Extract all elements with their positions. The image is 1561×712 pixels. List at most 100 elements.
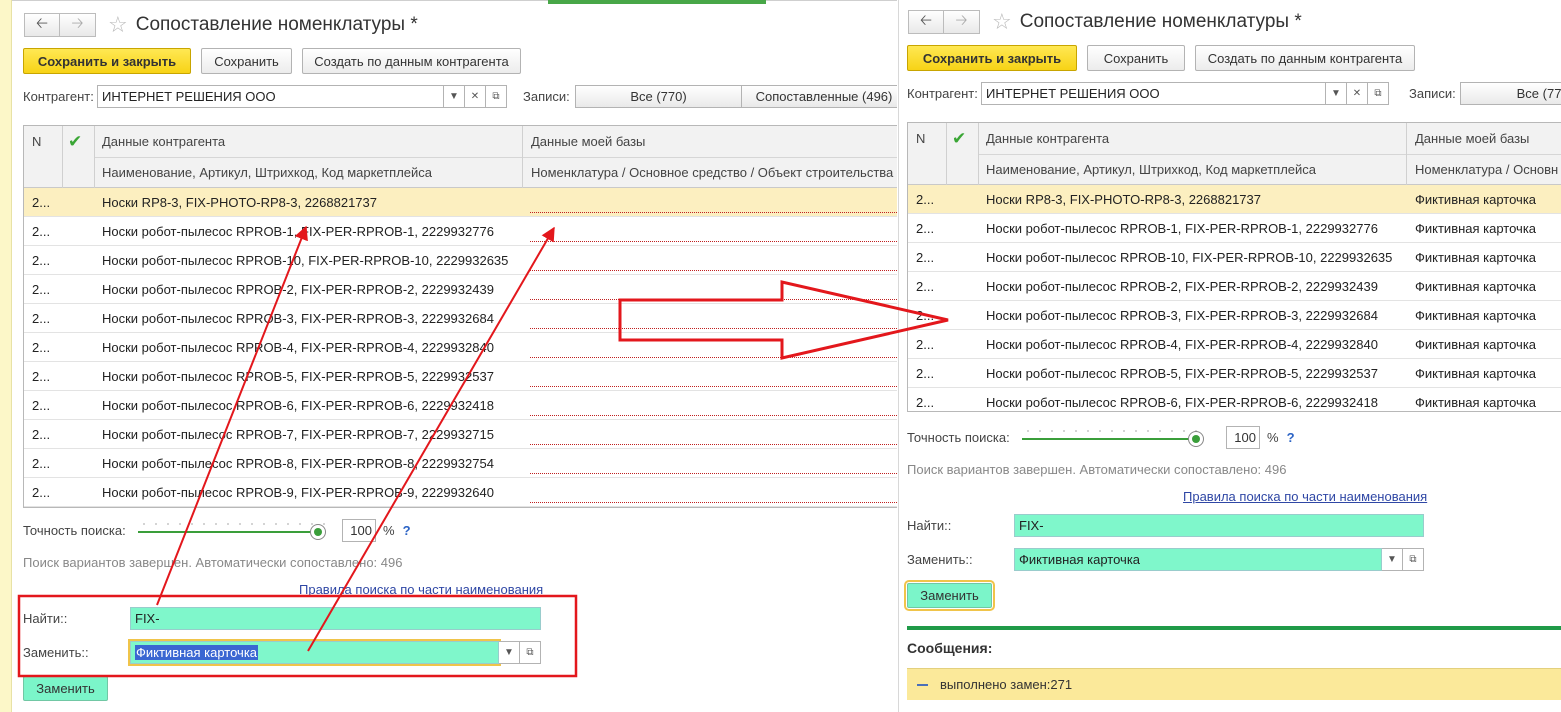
row-number: 2... bbox=[916, 192, 935, 207]
command-bar: Сохранить и закрыть Сохранить Создать по… bbox=[23, 48, 531, 74]
help-icon[interactable]: ? bbox=[403, 523, 411, 538]
records-label: Записи: bbox=[523, 89, 570, 104]
arrow-right-icon: 🡢 bbox=[955, 11, 968, 29]
column-n[interactable]: N bbox=[908, 123, 946, 154]
table-row[interactable]: 2... Носки RP8-3, FIX-PHOTO-RP8-3, 226882… bbox=[908, 185, 1561, 214]
records-matched-button[interactable]: Сопоставленные (496) bbox=[742, 85, 897, 108]
page-title: Сопоставление номенклатуры * bbox=[135, 14, 418, 35]
replace-button[interactable]: Заменить bbox=[904, 580, 995, 611]
chevron-down-icon[interactable]: ▼ bbox=[499, 641, 520, 664]
table-row[interactable]: 2... Носки робот-пылесос RPROB-7, FIX-PER… bbox=[24, 420, 897, 449]
records-all-button[interactable]: Все (770) bbox=[575, 85, 742, 108]
contractor-row: Контрагент: ИНТЕРНЕТ РЕШЕНИЯ ООО ▼ ✕ ⧉ З… bbox=[23, 85, 897, 108]
forward-button[interactable]: 🡢 bbox=[944, 10, 980, 34]
rules-link[interactable]: Правила поиска по части наименования bbox=[1183, 489, 1427, 504]
open-window-icon[interactable]: ⧉ bbox=[486, 85, 507, 108]
close-icon[interactable]: ✕ bbox=[1347, 82, 1368, 105]
accuracy-input[interactable]: 100 bbox=[342, 519, 376, 542]
table-row[interactable]: 2... Носки робот-пылесос RPROB-1, FIX-PER… bbox=[908, 214, 1561, 243]
row-my-item[interactable]: Фиктивная карточка bbox=[1415, 301, 1536, 330]
star-icon[interactable]: ☆ bbox=[992, 10, 1012, 34]
save-and-close-button[interactable]: Сохранить и закрыть bbox=[907, 45, 1077, 71]
open-window-icon[interactable]: ⧉ bbox=[520, 641, 541, 664]
table-row[interactable]: 2... Носки робот-пылесос RPROB-8, FIX-PER… bbox=[24, 449, 897, 478]
row-my-item[interactable]: Фиктивная карточка bbox=[1415, 272, 1536, 301]
row-my-item[interactable]: Фиктивная карточка bbox=[1415, 214, 1536, 243]
table-row[interactable]: 2... Носки робот-пылесос RPROB-5, FIX-PER… bbox=[24, 362, 897, 391]
create-by-contractor-button[interactable]: Создать по данным контрагента bbox=[302, 48, 521, 74]
row-contractor-item: Носки робот-пылесос RPROB-3, FIX-PER-RPR… bbox=[986, 308, 1378, 323]
table-row[interactable]: 2... Носки робот-пылесос RPROB-4, FIX-PER… bbox=[908, 330, 1561, 359]
chevron-down-icon[interactable]: ▼ bbox=[1326, 82, 1347, 105]
back-button[interactable]: 🡠 bbox=[908, 10, 944, 34]
star-icon[interactable]: ☆ bbox=[108, 13, 128, 37]
slider-knob[interactable] bbox=[1188, 430, 1204, 447]
column-n[interactable]: N bbox=[24, 126, 62, 157]
slider-knob[interactable] bbox=[310, 523, 326, 540]
create-by-contractor-button[interactable]: Создать по данным контрагента bbox=[1195, 45, 1415, 71]
column-divider bbox=[1406, 123, 1407, 185]
chevron-down-icon[interactable]: ▼ bbox=[1382, 548, 1403, 571]
column-my-data[interactable]: Данные моей базы bbox=[523, 126, 897, 157]
save-button[interactable]: Сохранить bbox=[201, 48, 292, 74]
back-button[interactable]: 🡠 bbox=[24, 13, 60, 37]
table-row[interactable]: 2... Носки робот-пылесос RPROB-3, FIX-PER… bbox=[908, 301, 1561, 330]
accuracy-input[interactable]: 100 bbox=[1226, 426, 1260, 449]
table-row[interactable]: 2... Носки робот-пылесос RPROB-4, FIX-PER… bbox=[24, 333, 897, 362]
open-window-icon[interactable]: ⧉ bbox=[1368, 82, 1389, 105]
contractor-input[interactable]: ИНТЕРНЕТ РЕШЕНИЯ ООО bbox=[97, 85, 444, 108]
save-and-close-button[interactable]: Сохранить и закрыть bbox=[23, 48, 191, 74]
rules-link[interactable]: Правила поиска по части наименования bbox=[299, 582, 543, 597]
find-input[interactable]: FIX- bbox=[130, 607, 541, 630]
column-my-sub[interactable]: Номенклатура / Основное средство / Объек… bbox=[523, 157, 897, 188]
find-input[interactable]: FIX- bbox=[1014, 514, 1424, 537]
column-my-data[interactable]: Данные моей базы bbox=[1407, 123, 1561, 154]
row-contractor-item: Носки робот-пылесос RPROB-2, FIX-PER-RPR… bbox=[986, 279, 1378, 294]
column-matched[interactable]: ✔ bbox=[64, 126, 94, 157]
replace-input[interactable]: Фиктивная карточка bbox=[128, 639, 501, 666]
table-header: N ✔ Данные контрагента Наименование, Арт… bbox=[908, 123, 1561, 185]
column-contractor-sub[interactable]: Наименование, Артикул, Штрихкод, Код мар… bbox=[94, 157, 522, 188]
column-contractor-data[interactable]: Данные контрагента bbox=[94, 126, 522, 157]
table-row[interactable]: 2... Носки робот-пылесос RPROB-1, FIX-PER… bbox=[24, 217, 897, 246]
column-divider bbox=[94, 126, 95, 188]
accuracy-slider[interactable] bbox=[138, 520, 326, 542]
replace-input[interactable]: Фиктивная карточка bbox=[1014, 548, 1382, 571]
column-matched[interactable]: ✔ bbox=[948, 123, 978, 154]
open-window-icon[interactable]: ⧉ bbox=[1403, 548, 1424, 571]
form-after: 🡠 🡢 ☆ Сопоставление номенклатуры * Сохра… bbox=[898, 0, 1561, 712]
title-bar: 🡠 🡢 ☆ Сопоставление номенклатуры * bbox=[908, 10, 1302, 34]
chevron-down-icon[interactable]: ▼ bbox=[444, 85, 465, 108]
forward-button[interactable]: 🡢 bbox=[60, 13, 96, 37]
table-row[interactable]: 2... Носки робот-пылесос RPROB-9, FIX-PER… bbox=[24, 478, 897, 507]
row-my-item[interactable]: Фиктивная карточка bbox=[1415, 185, 1536, 214]
find-label: Найти:: bbox=[907, 518, 952, 533]
message-item[interactable]: выполнено замен:271 bbox=[907, 668, 1561, 700]
accuracy-slider[interactable] bbox=[1022, 427, 1204, 449]
close-icon[interactable]: ✕ bbox=[465, 85, 486, 108]
replace-button[interactable]: Заменить bbox=[23, 676, 108, 701]
row-my-item[interactable]: Фиктивная карточка bbox=[1415, 388, 1536, 411]
records-all-button[interactable]: Все (770) bbox=[1460, 82, 1561, 105]
row-my-item[interactable]: Фиктивная карточка bbox=[1415, 330, 1536, 359]
help-icon[interactable]: ? bbox=[1287, 430, 1295, 445]
table-row[interactable]: 2... Носки робот-пылесос RPROB-3, FIX-PER… bbox=[24, 304, 897, 333]
table-row[interactable]: 2... Носки RP8-3, FIX-PHOTO-RP8-3, 226882… bbox=[24, 188, 897, 217]
table-row[interactable]: 2... Носки робот-пылесос RPROB-2, FIX-PER… bbox=[908, 272, 1561, 301]
checkmark-icon: ✔ bbox=[68, 131, 83, 151]
row-my-item[interactable]: Фиктивная карточка bbox=[1415, 359, 1536, 388]
row-my-item[interactable]: Фиктивная карточка bbox=[1415, 243, 1536, 272]
table-row[interactable]: 2... Носки робот-пылесос RPROB-10, FIX-PE… bbox=[908, 243, 1561, 272]
table-row[interactable]: 2... Носки робот-пылесос RPROB-10, FIX-PE… bbox=[24, 246, 897, 275]
column-contractor-data[interactable]: Данные контрагента bbox=[978, 123, 1406, 154]
contractor-input[interactable]: ИНТЕРНЕТ РЕШЕНИЯ ООО bbox=[981, 82, 1326, 105]
row-number: 2... bbox=[916, 395, 935, 410]
table-row[interactable]: 2... Носки робот-пылесос RPROB-5, FIX-PER… bbox=[908, 359, 1561, 388]
table-row[interactable]: 2... Носки робот-пылесос RPROB-2, FIX-PER… bbox=[24, 275, 897, 304]
column-my-sub[interactable]: Номенклатура / Основн bbox=[1407, 154, 1561, 185]
search-status: Поиск вариантов завершен. Автоматически … bbox=[23, 555, 403, 570]
table-row[interactable]: 2... Носки робот-пылесос RPROB-6, FIX-PER… bbox=[24, 391, 897, 420]
save-button[interactable]: Сохранить bbox=[1087, 45, 1185, 71]
table-row[interactable]: 2... Носки робот-пылесос RPROB-6, FIX-PER… bbox=[908, 388, 1561, 411]
column-contractor-sub[interactable]: Наименование, Артикул, Штрихкод, Код мар… bbox=[978, 154, 1406, 185]
